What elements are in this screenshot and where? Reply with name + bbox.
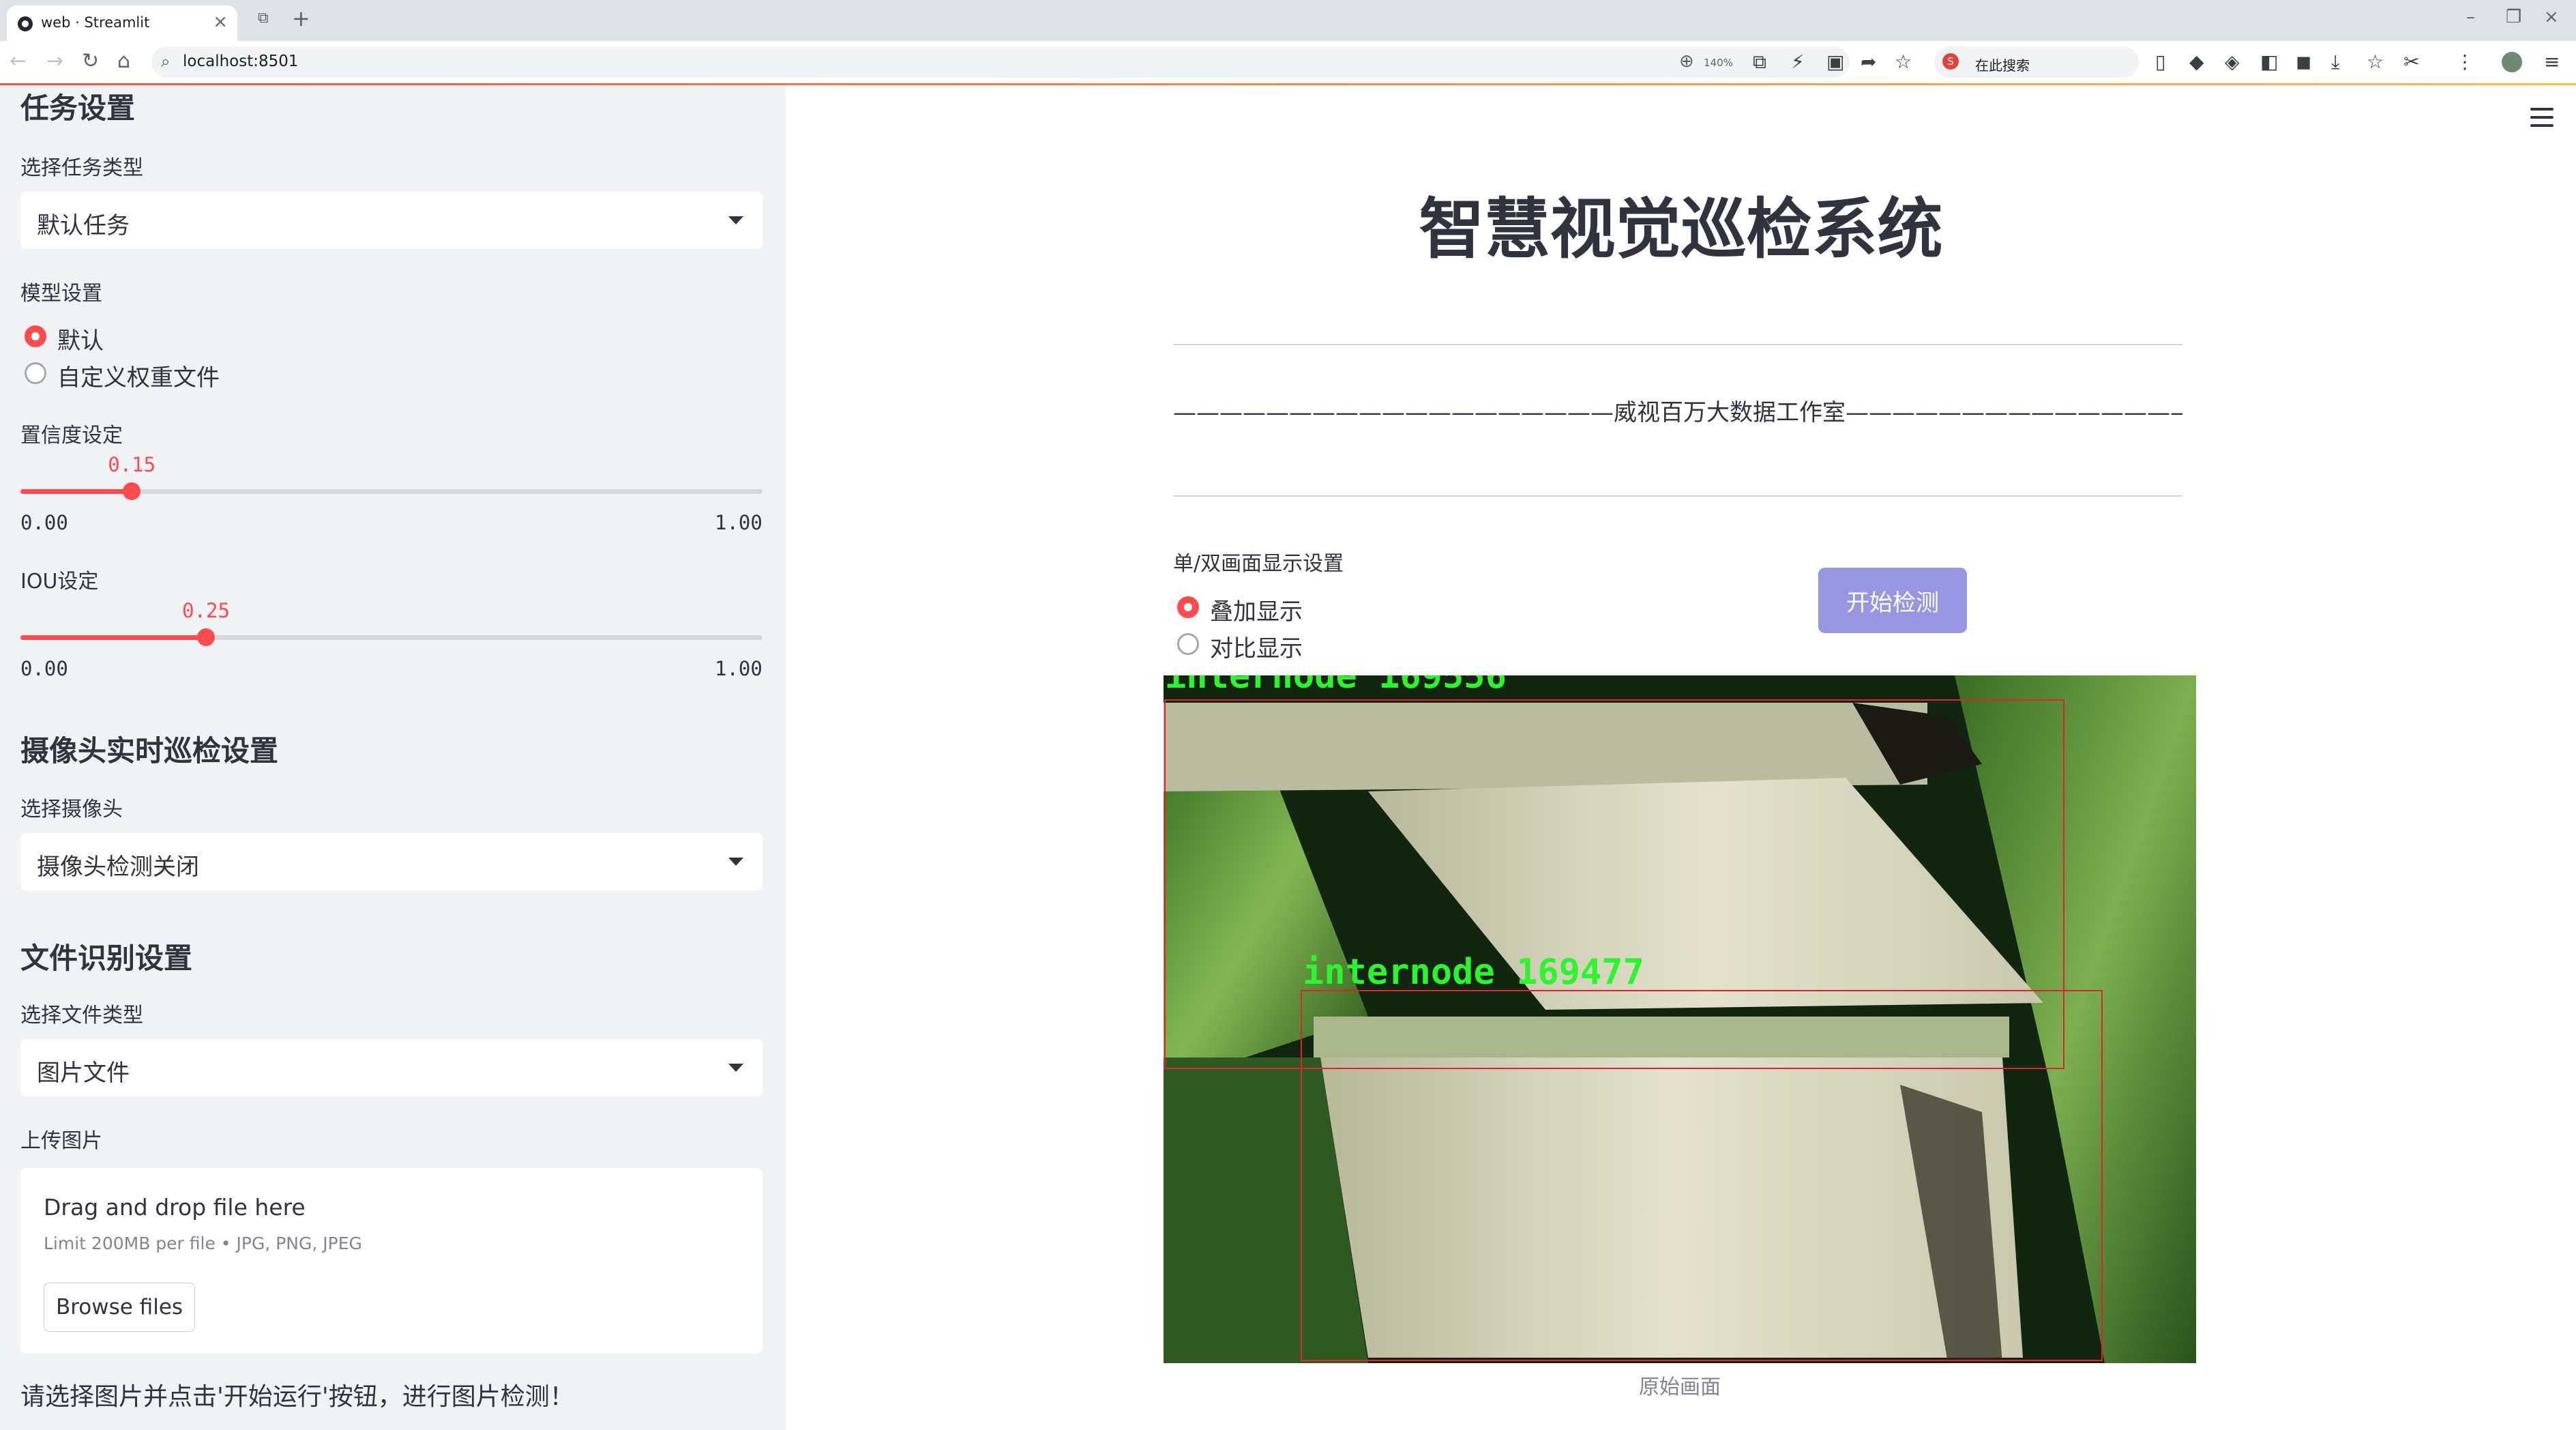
- file-type-value: 图片文件: [37, 1060, 130, 1087]
- confidence-slider[interactable]: 0.15: [20, 453, 763, 500]
- browser-tab-bar: web · Streamlit × ⧉ + – ❐ ×: [0, 0, 2576, 41]
- extension-dark-icon[interactable]: ◼: [2296, 50, 2311, 73]
- lightning-icon[interactable]: ⚡: [1791, 50, 1805, 73]
- radio-unselected-icon: [1177, 633, 1199, 655]
- browser-tab[interactable]: web · Streamlit ×: [7, 5, 237, 41]
- task-type-label: 选择任务类型: [20, 156, 143, 180]
- chevron-down-icon: [728, 1064, 743, 1072]
- camera-select-label: 选择摄像头: [20, 798, 123, 821]
- browser-search-box[interactable]: S 在此搜索: [1934, 46, 2139, 78]
- browser-menu-icon[interactable]: ≡: [2544, 50, 2560, 73]
- detection-image-svg: internode 169556 internode 169477: [1164, 675, 2196, 1363]
- detection-label: internode 169556: [1165, 675, 1507, 697]
- stem-segment-top: [1164, 703, 1927, 791]
- confidence-slider-fill: [20, 489, 132, 494]
- iou-slider[interactable]: 0.25: [20, 599, 763, 646]
- more-menu-icon[interactable]: ⋮: [2455, 50, 2474, 73]
- dropzone-limit: Limit 200MB per file • JPG, PNG, JPEG: [44, 1234, 362, 1253]
- display-option-label: 叠加显示: [1210, 598, 1303, 626]
- chevron-down-icon: [728, 858, 743, 866]
- close-window-icon[interactable]: ×: [2544, 7, 2559, 27]
- iou-max: 1.00: [715, 657, 763, 680]
- streamlit-favicon-icon: [18, 16, 33, 31]
- extension-diamond-icon[interactable]: ◆: [2189, 50, 2204, 73]
- stem-node: [1314, 1017, 2009, 1057]
- tab-title: web · Streamlit: [41, 14, 150, 31]
- model-option-label: 自定义权重文件: [57, 364, 220, 392]
- bookmark-star-icon[interactable]: ☆: [1895, 50, 1912, 73]
- task-type-select[interactable]: 默认任务: [20, 192, 763, 249]
- favorites-icon[interactable]: ☆: [2367, 50, 2384, 73]
- radio-selected-icon: [25, 325, 46, 347]
- confidence-max: 1.00: [715, 511, 763, 534]
- browser-toolbar: ← → ↻ ⌂ ⌕ localhost:8501 ⊕ 140% ⧉ ⚡ ▣ ➦ …: [0, 41, 2576, 84]
- confidence-label: 置信度设定: [20, 424, 123, 448]
- scissors-icon[interactable]: ✂: [2403, 50, 2419, 73]
- radio-selected-icon: [1177, 596, 1199, 618]
- reload-icon[interactable]: ↻: [82, 49, 99, 73]
- home-icon[interactable]: ⌂: [117, 49, 130, 73]
- new-tab-icon[interactable]: +: [292, 5, 310, 31]
- download-icon[interactable]: ⤓: [2331, 50, 2339, 74]
- back-icon[interactable]: ←: [10, 49, 27, 73]
- restore-icon[interactable]: ❐: [2506, 7, 2521, 27]
- hamburger-menu-icon[interactable]: [2530, 108, 2553, 127]
- browse-files-button[interactable]: Browse files: [44, 1283, 195, 1332]
- close-tab-icon[interactable]: ×: [213, 12, 228, 32]
- extension-cube-icon[interactable]: ◈: [2225, 50, 2240, 73]
- screenshot-icon[interactable]: ▣: [1826, 50, 1844, 73]
- translate-icon[interactable]: ⧉: [1753, 50, 1766, 74]
- page-title: 智慧视觉巡检系统: [1419, 191, 1943, 267]
- camera-select[interactable]: 摄像头检测关闭: [20, 833, 763, 890]
- tab-group-icon[interactable]: ⧉: [258, 10, 269, 27]
- iou-label: IOU设定: [20, 570, 99, 594]
- search-icon: ⌕: [161, 52, 171, 71]
- forward-icon[interactable]: →: [46, 49, 63, 73]
- file-type-select[interactable]: 图片文件: [20, 1039, 763, 1096]
- file-type-label: 选择文件类型: [20, 1004, 143, 1027]
- confidence-slider-thumb[interactable]: [123, 482, 141, 500]
- phone-icon[interactable]: ▯: [2155, 50, 2165, 73]
- camera-settings-heading: 摄像头实时巡检设置: [20, 734, 279, 768]
- iou-value: 0.25: [182, 599, 230, 622]
- confidence-min: 0.00: [20, 511, 68, 534]
- dropzone-instructions: Drag and drop file here: [44, 1194, 306, 1221]
- iou-slider-thumb[interactable]: [197, 628, 215, 646]
- file-settings-heading: 文件识别设置: [20, 942, 193, 975]
- zoom-level: 140%: [1704, 57, 1733, 69]
- search-placeholder: 在此搜索: [1975, 57, 2030, 74]
- detection-label: internode 169477: [1303, 952, 1644, 993]
- address-bar[interactable]: ⌕ localhost:8501: [151, 46, 1850, 78]
- chevron-down-icon: [728, 216, 743, 224]
- image-caption: 原始画面: [1639, 1375, 1721, 1399]
- confidence-value: 0.15: [108, 453, 156, 476]
- search-engine-icon: S: [1942, 53, 1959, 70]
- model-settings-label: 模型设置: [20, 282, 102, 306]
- divider-bottom: [1173, 495, 2182, 497]
- profile-avatar[interactable]: [2502, 52, 2522, 72]
- task-settings-heading: 任务设置: [20, 91, 136, 125]
- camera-select-value: 摄像头检测关闭: [37, 853, 199, 881]
- radio-unselected-icon: [25, 362, 46, 384]
- sidebar: 任务设置 选择任务类型 默认任务 模型设置 默认 自定义权重文件 置信度设定 0…: [0, 85, 786, 1430]
- studio-credit: ———————————————————威视百万大数据工作室———————————…: [1173, 399, 2182, 426]
- detection-result-image: internode 169556 internode 169477: [1164, 675, 2196, 1363]
- extension-blue-icon[interactable]: ◧: [2260, 50, 2278, 73]
- sidebar-instruction-note: 请选择图片并点击'开始运行'按钮，进行图片检测！: [20, 1383, 574, 1411]
- model-option-label: 默认: [57, 327, 104, 355]
- file-dropzone[interactable]: Drag and drop file here Limit 200MB per …: [20, 1168, 763, 1354]
- display-mode-label: 单/双画面显示设置: [1173, 552, 1344, 576]
- url-text: localhost:8501: [183, 53, 299, 70]
- display-option-label: 对比显示: [1210, 635, 1303, 662]
- share-icon[interactable]: ➦: [1861, 50, 1876, 73]
- divider-top: [1173, 344, 2182, 345]
- minimize-icon[interactable]: –: [2466, 7, 2475, 27]
- start-detection-button[interactable]: 开始检测: [1818, 568, 1967, 633]
- task-type-value: 默认任务: [37, 212, 130, 239]
- upload-label: 上传图片: [20, 1129, 102, 1153]
- iou-slider-fill: [20, 635, 206, 640]
- zoom-icon[interactable]: ⊕: [1679, 51, 1694, 72]
- iou-min: 0.00: [20, 657, 68, 680]
